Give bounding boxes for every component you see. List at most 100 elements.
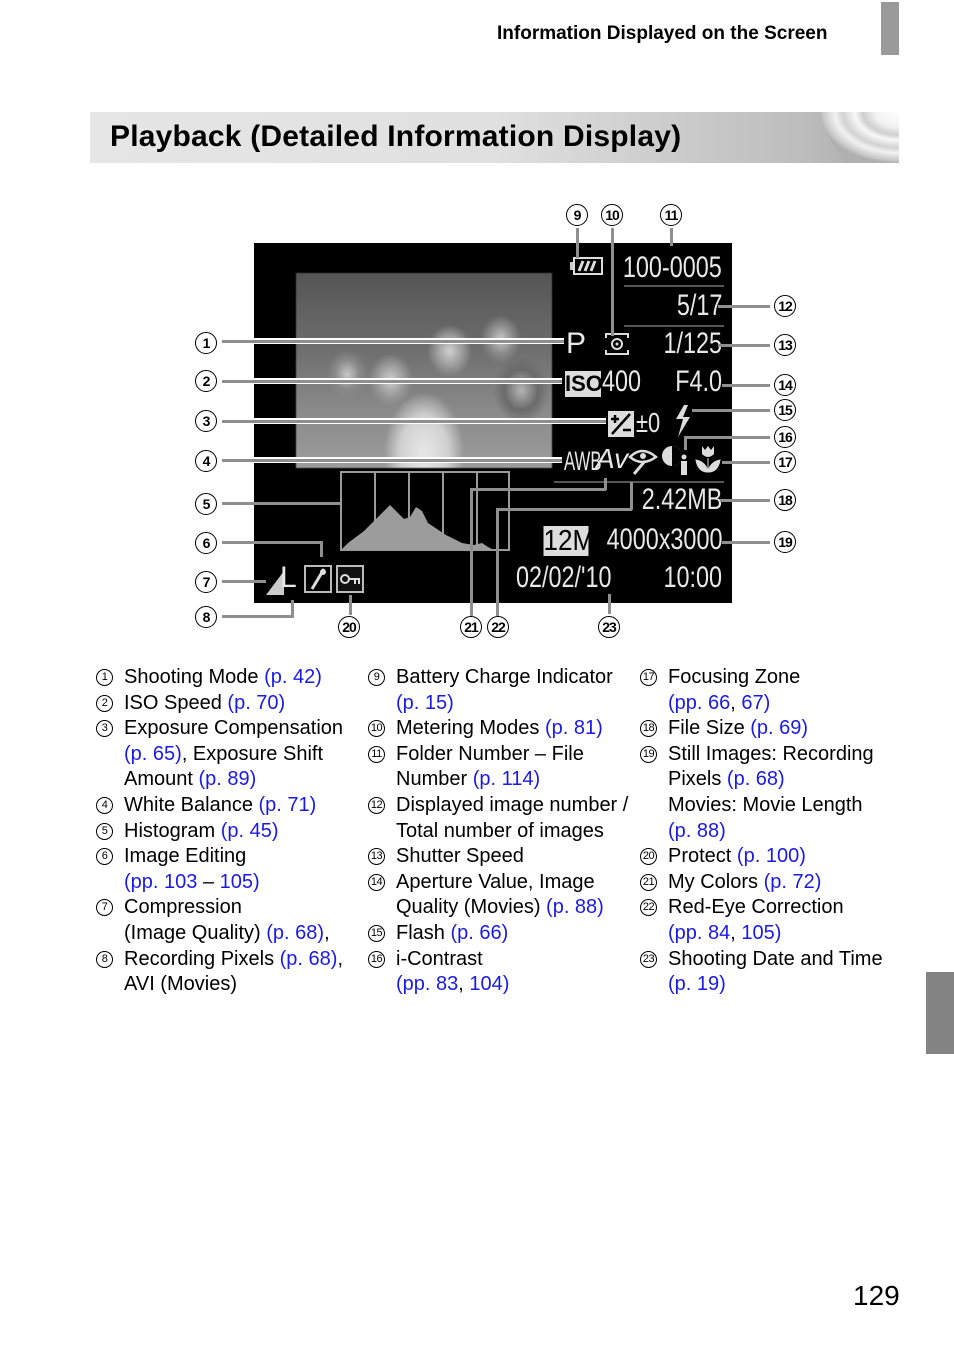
- image-editing-icon: [304, 565, 332, 593]
- legend-item-7: 7 Compression (Image Quality) (p. 68),: [96, 895, 358, 946]
- legend-item-20: 20 Protect (p. 100): [640, 844, 902, 870]
- image-count: 5/17: [676, 289, 722, 322]
- callout-20: 20: [338, 616, 360, 638]
- legend-number: 15: [368, 924, 385, 942]
- legend-text: Image Editing: [124, 845, 247, 868]
- legend-item-8: 8 Recording Pixels (p. 68), AVI (Movies): [96, 947, 358, 998]
- callout-6: 6: [195, 532, 217, 554]
- legend-column-1: 1 Shooting Mode (p. 42) 2 ISO Speed (p. 70)…: [96, 665, 358, 998]
- callout-2: 2: [195, 370, 217, 392]
- page-reference-link[interactable]: (p. 68): [280, 948, 338, 970]
- legend-item-13: 13 Shutter Speed: [368, 844, 630, 870]
- page-reference-link[interactable]: (p. 66): [450, 922, 508, 944]
- legend-item-6: 6 Image Editing (pp. 103 – 105): [96, 844, 358, 895]
- legend-number: 18: [640, 720, 657, 738]
- page-reference-link[interactable]: (pp. 103: [124, 871, 197, 893]
- red-eye-correction-icon: [628, 449, 658, 475]
- separator: [624, 285, 724, 287]
- page-reference-link[interactable]: 105): [220, 871, 260, 893]
- page-title: Playback (Detailed Information Display): [110, 120, 682, 153]
- callout-22: 22: [487, 616, 509, 638]
- legend-item-3: 3 Exposure Compensation (p. 65), Exposure…: [96, 716, 358, 793]
- protect-key-icon: [336, 565, 364, 593]
- page-reference-link[interactable]: (p. 72): [764, 871, 822, 893]
- legend-number: 9: [368, 669, 385, 686]
- page-reference-link[interactable]: (p. 81): [545, 717, 603, 739]
- compression-L: L: [280, 561, 297, 594]
- legend-text: Shutter Speed: [396, 845, 524, 868]
- legend-item-16: 16 i-Contrast (pp. 83, 104): [368, 947, 630, 998]
- page-reference-link[interactable]: 104): [469, 973, 509, 995]
- legend-text: ,: [458, 973, 470, 996]
- shooting-time: 10:00: [663, 561, 722, 594]
- callout-11: 11: [660, 204, 682, 226]
- legend-number: 5: [96, 822, 113, 840]
- page-reference-link[interactable]: (p. 100): [737, 845, 806, 867]
- page-reference-link[interactable]: 67): [741, 692, 770, 714]
- callout-19: 19: [774, 531, 796, 553]
- legend-item-18: 18 File Size (p. 69): [640, 716, 902, 742]
- page-reference-link[interactable]: (p. 69): [750, 717, 808, 739]
- shutter-speed: 1/125: [663, 327, 722, 360]
- legend-column-2: 9 Battery Charge Indicator (p. 15) 10 Meter…: [368, 665, 630, 998]
- iso-value: 400: [602, 365, 642, 398]
- page-reference-link[interactable]: (p. 114): [473, 768, 540, 790]
- legend-number: 21: [640, 873, 657, 891]
- page-reference-link[interactable]: (p. 45): [221, 820, 279, 842]
- page-reference-link[interactable]: (p. 71): [259, 794, 317, 816]
- recording-pixels-badge: 12M: [543, 525, 595, 557]
- my-colors: Av: [596, 443, 629, 474]
- legend-text: White Balance: [124, 793, 259, 816]
- callout-21: 21: [460, 616, 482, 638]
- callout-18: 18: [774, 489, 796, 511]
- legend-item-4: 4 White Balance (p. 71): [96, 793, 358, 819]
- legend-item-21: 21 My Colors (p. 72): [640, 870, 902, 896]
- page-reference-link[interactable]: (p. 68): [266, 922, 324, 944]
- legend-text: Protect: [668, 845, 737, 868]
- callout-5: 5: [195, 493, 217, 515]
- page-reference-link[interactable]: (pp. 84: [668, 922, 730, 944]
- legend-item-2: 2 ISO Speed (p. 70): [96, 691, 358, 717]
- legend-item-23: 23 Shooting Date and Time (p. 19): [640, 947, 902, 998]
- file-size: 2.42MB: [641, 483, 722, 516]
- legend-text: Red-Eye Correction: [668, 896, 844, 919]
- page-reference-link[interactable]: (p. 42): [264, 666, 322, 688]
- legend-item-1: 1 Shooting Mode (p. 42): [96, 665, 358, 691]
- legend-text: File Size: [668, 717, 751, 740]
- legend-text: My Colors: [668, 870, 764, 893]
- page-reference-link[interactable]: (p. 65): [124, 743, 182, 765]
- title-bar: Playback (Detailed Information Display): [90, 112, 899, 163]
- running-header: Information Displayed on the Screen: [497, 23, 828, 44]
- legend-item-19: 19 Still Images: Recording Pixels (p. 68)…: [640, 742, 902, 844]
- legend-text: Focusing Zone: [668, 666, 801, 688]
- page-reference-link[interactable]: (p. 89): [198, 768, 256, 790]
- legend-text: Flash: [396, 921, 451, 944]
- legend-number: 17: [640, 669, 657, 686]
- page-reference-link[interactable]: (p. 70): [227, 692, 285, 714]
- legend-number: 13: [368, 848, 385, 866]
- folder-file-number: 100-0005: [623, 251, 722, 284]
- page-reference-link[interactable]: (p. 19): [668, 973, 726, 995]
- callout-9: 9: [566, 204, 588, 226]
- legend-text: i-Contrast: [396, 947, 483, 970]
- legend-text: Compression: [124, 896, 242, 919]
- callout-16: 16: [774, 426, 796, 448]
- legend-item-11: 11 Folder Number – File Number (p. 114): [368, 742, 630, 793]
- legend-number: 6: [96, 848, 113, 866]
- page-reference-link[interactable]: 105): [741, 922, 781, 944]
- legend-number: 19: [640, 745, 657, 763]
- metering-mode-icon: [605, 333, 629, 355]
- page-reference-link[interactable]: (pp. 83: [396, 973, 458, 995]
- legend-text: Histogram: [124, 819, 221, 842]
- page-reference-link[interactable]: (p. 88): [546, 896, 604, 918]
- legend-item-5: 5 Histogram (p. 45): [96, 819, 358, 845]
- page-reference-link[interactable]: (p. 15): [396, 692, 454, 714]
- page-reference-link[interactable]: (pp. 66: [668, 692, 730, 714]
- page-reference-link[interactable]: (p. 68): [727, 768, 785, 790]
- callout-8: 8: [195, 606, 217, 628]
- macro-flower-icon: [695, 446, 721, 473]
- legend-text: ,: [730, 691, 742, 714]
- legend-text: Shooting Date and Time: [668, 947, 883, 970]
- page-reference-link[interactable]: (p. 88): [668, 820, 726, 842]
- shooting-mode: P: [566, 327, 587, 360]
